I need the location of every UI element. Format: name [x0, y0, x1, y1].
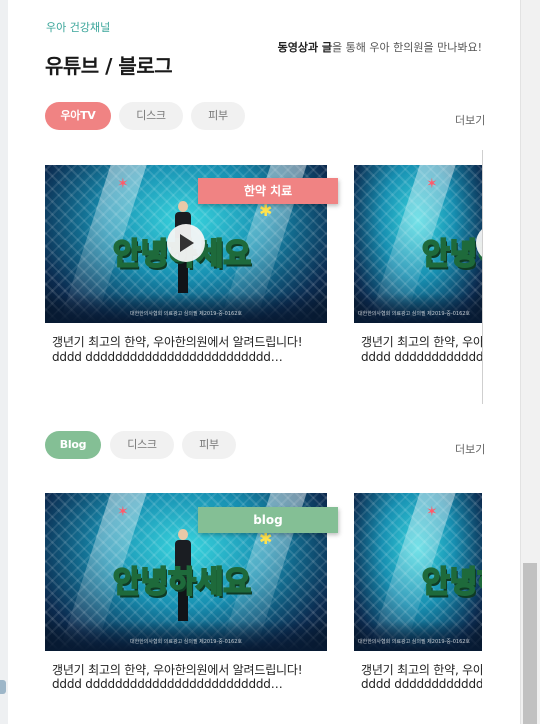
desc-bold: 동영상과 글 — [277, 41, 333, 54]
scrollbar-thumb[interactable] — [523, 563, 537, 724]
tab-disc[interactable]: 디스크 — [110, 431, 174, 459]
card-subtitle: dddd ddddddddddddddddddddddddd… — [361, 350, 482, 364]
thumb-caption: 대한한의사협회 의료광고 심의필 제2019-중-0162호 — [129, 639, 243, 645]
stage-floor — [354, 293, 482, 323]
card-title[interactable]: 갱년기 최고의 한약, 우아한의원에서 알려드립니다! — [361, 333, 482, 350]
tab-skin[interactable]: 피부 — [182, 431, 236, 459]
tab-skin[interactable]: 피부 — [191, 102, 245, 130]
red-star-icon: ✶ — [426, 504, 438, 520]
category-ribbon: blog — [198, 507, 338, 533]
yellow-star-icon: ✱ — [259, 529, 273, 548]
section-description: 동영상과 글을 통해 우아 한의원을 만나봐요! — [278, 39, 482, 55]
thumb-caption: 대한한의사협회 의료광고 심의필 제2019-중-0162호 — [358, 639, 471, 645]
thumb-text: 안녕하세요 — [421, 236, 482, 273]
stage-floor — [45, 293, 327, 323]
red-star-icon: ✶ — [117, 176, 129, 192]
carousel-divider — [482, 150, 483, 404]
category-ribbon: 한약 치료 — [198, 178, 338, 204]
tab-blog[interactable]: Blog — [45, 431, 101, 459]
desc-rest: 을 통해 우아 한의원을 만나봐요! — [332, 41, 482, 54]
blog-thumbnail-2[interactable]: ✶ 안녕하세요 대한한의사협회 의료광고 심의필 제2019-중-0162호 — [354, 493, 482, 651]
stage-floor — [354, 621, 482, 651]
tab-uatv[interactable]: 우아TV — [45, 102, 111, 130]
play-button[interactable] — [167, 224, 205, 262]
thumb-caption: 대한한의사협회 의료광고 심의필 제2019-중-0162호 — [358, 311, 471, 317]
play-icon — [180, 234, 194, 252]
left-page-edge — [0, 0, 8, 724]
thumb-text: 안녕하세요 — [112, 564, 252, 601]
youtube-thumbnail-2[interactable]: ✶ 안녕하세요 대한한의사협회 의료광고 심의필 제2019-중-0162호 — [354, 165, 482, 323]
blog-more-link[interactable]: 더보기 — [455, 441, 485, 457]
card-subtitle: dddd ddddddddddddddddddddddddd… — [52, 350, 283, 364]
card-title[interactable]: 갱년기 최고의 한약, 우아한의원에서 알려드립니다! — [52, 333, 302, 350]
thumb-text: 안녕하세요 — [421, 564, 482, 601]
tab-disc[interactable]: 디스크 — [119, 102, 183, 130]
card-subtitle: dddd ddddddddddddddddddddddddd… — [361, 677, 482, 691]
card-subtitle: dddd ddddddddddddddddddddddddd… — [52, 677, 283, 691]
card-title[interactable]: 갱년기 최고의 한약, 우아한의원에서 알려드립니다! — [52, 661, 302, 678]
stage-floor — [45, 621, 327, 651]
youtube-more-link[interactable]: 더보기 — [455, 112, 485, 128]
section-eyebrow: 우아 건강채널 — [46, 21, 111, 34]
thumb-caption: 대한한의사협회 의료광고 심의필 제2019-중-0162호 — [129, 311, 243, 317]
left-edge-marker — [0, 680, 6, 694]
section-title: 유튜브 / 블로그 — [45, 54, 173, 78]
red-star-icon: ✶ — [117, 504, 129, 520]
card-title[interactable]: 갱년기 최고의 한약, 우아한의원에서 알려드립니다! — [361, 661, 482, 678]
red-star-icon: ✶ — [426, 176, 438, 192]
yellow-star-icon: ✱ — [259, 201, 273, 220]
